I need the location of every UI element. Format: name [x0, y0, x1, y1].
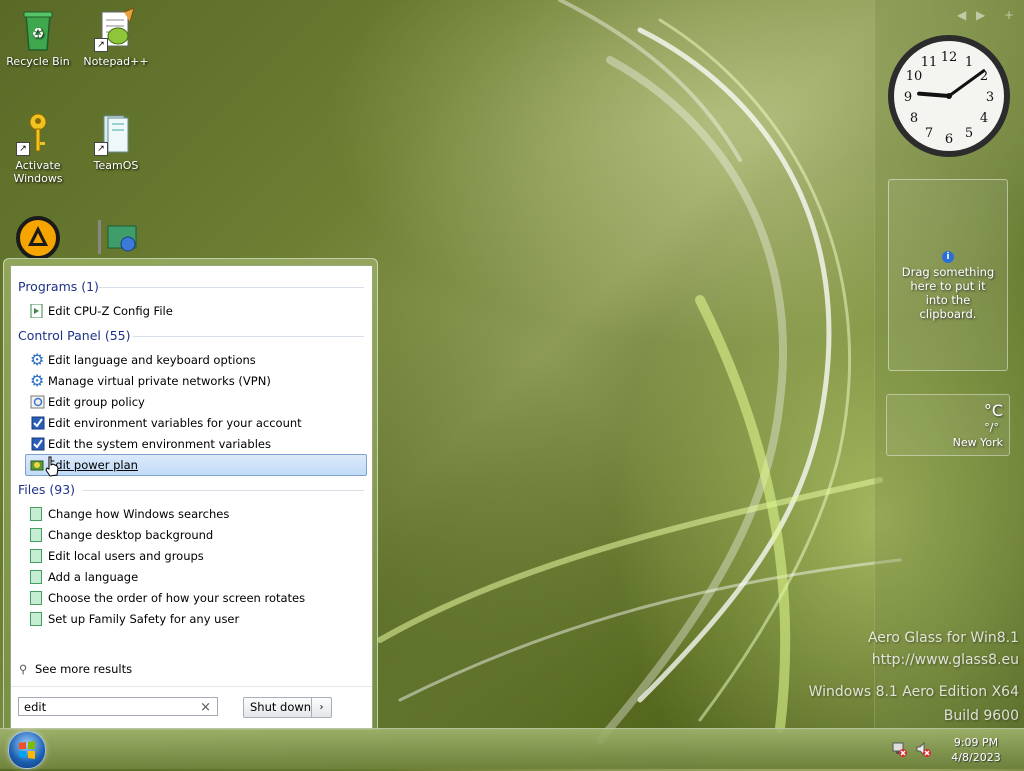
clock-hour-hand [917, 91, 951, 98]
shortcut-arrow-icon: ↗ [94, 142, 108, 156]
see-more-results-link[interactable]: ⚲ See more results [19, 662, 132, 676]
search-input-value: edit [24, 700, 47, 714]
svg-text:3: 3 [986, 90, 994, 105]
sidebar-next-icon[interactable]: ▶ [976, 8, 985, 22]
config-file-icon [30, 303, 46, 319]
file-icon [30, 570, 46, 584]
system-clock[interactable]: 9:09 PM 4/8/2023 [944, 735, 1008, 765]
desktop-icon-label: Activate Windows [13, 159, 63, 185]
start-menu-bottom-bar: edit × Shut down › [11, 686, 372, 730]
result-edit-env-vars-account[interactable]: Edit environment variables for your acco… [25, 412, 367, 434]
info-icon: i [942, 251, 954, 263]
svg-text:9: 9 [904, 90, 912, 105]
volume-muted-icon[interactable] [915, 741, 931, 757]
windows-logo-icon [19, 741, 35, 759]
result-edit-language-keyboard[interactable]: ⚙ Edit language and keyboard options [25, 349, 367, 371]
svg-text:8: 8 [910, 111, 918, 126]
clipboard-gadget-text: Drag something here to put it into the c… [901, 265, 995, 321]
weather-range: °/° [984, 421, 999, 434]
group-header-programs[interactable]: Programs (1) [18, 279, 99, 294]
result-change-desktop-background[interactable]: Change desktop background [25, 524, 367, 546]
group-policy-icon [30, 395, 46, 409]
teamos-icon: ↗ [94, 112, 138, 156]
desktop-icon-notepad-plus-plus[interactable]: ↗ Notepad++ [78, 7, 154, 68]
group-divider [99, 287, 364, 288]
svg-text:12: 12 [941, 50, 958, 65]
result-family-safety[interactable]: Set up Family Safety for any user [25, 608, 367, 630]
file-icon [30, 507, 46, 521]
network-app-icon [94, 216, 138, 260]
desktop-icon-label: Recycle Bin [6, 55, 70, 68]
system-checkbox-icon [30, 416, 46, 430]
system-checkbox-icon [30, 437, 46, 451]
svg-text:1: 1 [965, 55, 973, 70]
shutdown-label: Shut down [250, 700, 312, 714]
svg-text:5: 5 [965, 126, 973, 141]
clipboard-gadget[interactable]: i Drag something here to put it into the… [888, 179, 1008, 371]
key-icon: ↗ [16, 112, 60, 156]
svg-text:7: 7 [925, 126, 933, 141]
notepad-plus-plus-icon: ↗ [94, 7, 138, 52]
clock-gadget[interactable]: 12 12 345 678 91011 [886, 33, 1012, 159]
shortcut-arrow-icon: ↗ [94, 38, 108, 52]
shutdown-options-arrow-icon[interactable]: › [311, 698, 331, 717]
file-icon [30, 528, 46, 542]
desktop-icon-aimp[interactable] [0, 216, 76, 263]
result-change-windows-searches[interactable]: Change how Windows searches [25, 503, 367, 525]
clear-search-icon[interactable]: × [200, 698, 211, 717]
start-menu: Programs (1) Edit CPU-Z Config File Cont… [3, 258, 378, 730]
search-icon: ⚲ [19, 662, 28, 676]
weather-unit: °C [983, 401, 1003, 420]
search-input[interactable]: edit × [18, 697, 218, 716]
weather-city: New York [952, 436, 1003, 449]
start-button[interactable] [8, 731, 46, 769]
recycle-bin-icon: ♻ [16, 8, 60, 52]
result-edit-system-env-vars[interactable]: Edit the system environment variables [25, 433, 367, 455]
desktop-icon-label: TeamOS [93, 159, 139, 172]
result-screen-rotation-order[interactable]: Choose the order of how your screen rota… [25, 587, 367, 609]
svg-text:6: 6 [945, 132, 953, 147]
svg-text:10: 10 [906, 69, 923, 84]
aimp-icon [16, 216, 60, 260]
desktop-icon-recycle-bin[interactable]: ♻ Recycle Bin [0, 8, 76, 68]
file-icon [30, 549, 46, 563]
svg-text:4: 4 [980, 111, 988, 126]
search-results-panel: Programs (1) Edit CPU-Z Config File Cont… [10, 265, 373, 730]
svg-text:♻: ♻ [32, 26, 45, 42]
result-edit-group-policy[interactable]: Edit group policy [25, 391, 367, 413]
desktop-icon-activate-windows[interactable]: ↗ Activate Windows [0, 112, 76, 185]
group-divider [133, 336, 364, 337]
build-watermark: Build 9600 [943, 708, 1019, 724]
system-date: 4/8/2023 [951, 751, 1001, 764]
group-header-files[interactable]: Files (93) [18, 482, 75, 497]
group-divider [83, 490, 364, 491]
weather-gadget[interactable]: °C °/° New York [886, 394, 1010, 456]
file-icon [30, 591, 46, 605]
result-manage-vpn[interactable]: ⚙ Manage virtual private networks (VPN) [25, 370, 367, 392]
desktop-icon-label: Notepad++ [83, 55, 149, 68]
network-disconnected-icon[interactable] [891, 741, 907, 757]
desktop-icon-network-app[interactable] [78, 216, 154, 263]
aero-glass-watermark-title: Aero Glass for Win8.1 [867, 630, 1019, 646]
gear-icon: ⚙ [30, 371, 45, 390]
desktop-icon-teamos[interactable]: ↗ TeamOS [78, 112, 154, 172]
result-add-language[interactable]: Add a language [25, 566, 367, 588]
sidebar-add-icon[interactable]: + [1004, 8, 1014, 22]
result-edit-power-plan[interactable]: Edit power plan [25, 454, 367, 476]
hand-cursor-icon [45, 456, 59, 477]
group-header-control-panel[interactable]: Control Panel (55) [18, 328, 131, 343]
aero-glass-watermark-url: http://www.glass8.eu [871, 652, 1019, 668]
gear-icon: ⚙ [30, 350, 45, 369]
windows-edition-watermark: Windows 8.1 Aero Edition X64 [808, 684, 1019, 700]
svg-text:11: 11 [921, 55, 938, 70]
power-plan-icon [30, 458, 46, 472]
sidebar-prev-icon[interactable]: ◀ [957, 8, 966, 22]
file-icon [30, 612, 46, 626]
taskbar: 9:09 PM 4/8/2023 [0, 728, 1024, 769]
shutdown-button[interactable]: Shut down › [243, 697, 332, 718]
result-edit-cpuz-config[interactable]: Edit CPU-Z Config File [25, 300, 367, 322]
shortcut-arrow-icon: ↗ [16, 142, 30, 156]
result-edit-local-users-groups[interactable]: Edit local users and groups [25, 545, 367, 567]
system-time: 9:09 PM [953, 736, 999, 749]
